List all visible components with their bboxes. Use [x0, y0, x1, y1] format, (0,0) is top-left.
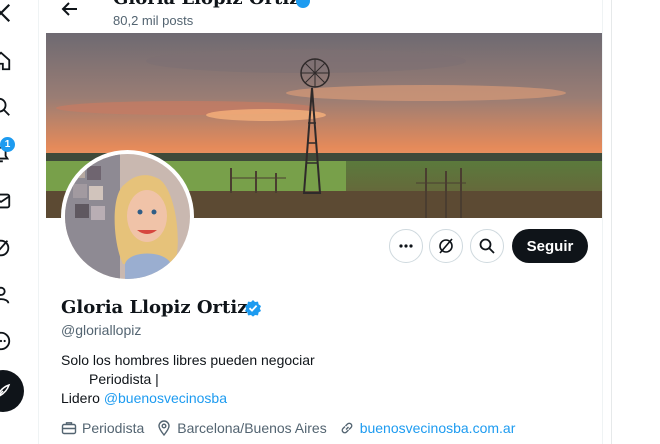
bio-text: Lidero — [61, 390, 104, 406]
post-icon — [0, 383, 11, 397]
header-posts-count: 80,2 mil posts — [113, 13, 194, 28]
explore-icon[interactable] — [0, 96, 12, 118]
bio-line: Periodista | — [89, 371, 159, 387]
meta-location: Barcelona/Buenos Aires — [156, 420, 327, 436]
link-icon — [341, 422, 353, 434]
meta-website[interactable]: buenosvecinosba.com.ar — [339, 420, 516, 436]
mention-link[interactable]: @buenosvecinosba — [104, 390, 227, 406]
bio-line: Lidero @buenosvecinosba — [61, 389, 315, 408]
column-border-right — [602, 0, 603, 444]
search-icon — [479, 238, 495, 254]
meta-profession: Periodista — [61, 420, 144, 436]
grok-icon — [439, 238, 453, 254]
search-profile-button[interactable] — [470, 229, 504, 263]
right-divider — [611, 0, 612, 444]
profile-avatar[interactable] — [61, 150, 194, 283]
website-link[interactable]: buenosvecinosba.com.ar — [360, 420, 516, 436]
post-button[interactable] — [0, 370, 24, 412]
back-arrow-icon[interactable] — [60, 0, 80, 18]
more-icon[interactable] — [0, 330, 12, 352]
verified-badge-icon[interactable] — [244, 299, 262, 317]
bio-line: Solo los hombres libres pueden negociar — [61, 352, 315, 368]
header-title: Gloria Llopiz Ortiz — [113, 0, 299, 9]
location-pin-icon — [158, 420, 170, 436]
profile-display-name: Gloria Llopiz Ortiz — [61, 297, 248, 318]
meta-location-text: Barcelona/Buenos Aires — [177, 420, 327, 436]
grok-icon[interactable] — [0, 237, 12, 259]
more-options-button[interactable] — [389, 229, 423, 263]
home-icon[interactable] — [0, 50, 12, 72]
more-dots-icon — [399, 244, 413, 248]
verified-badge-icon — [296, 0, 310, 8]
left-nav: 1 — [0, 0, 24, 444]
profile-meta-row: Periodista Barcelona/Buenos Aires buenos… — [61, 420, 527, 436]
profile-handle: @gloriallopiz — [61, 322, 142, 338]
profile-icon[interactable] — [0, 284, 12, 306]
meta-profession-text: Periodista — [82, 420, 145, 436]
x-logo-icon[interactable] — [0, 2, 12, 24]
messages-icon[interactable] — [0, 190, 12, 212]
profile-bio: Solo los hombres libres pueden negociar … — [61, 351, 315, 408]
notifications-badge: 1 — [0, 137, 15, 152]
grok-button[interactable] — [429, 229, 463, 263]
briefcase-icon — [61, 422, 77, 435]
follow-button[interactable]: Seguir — [512, 229, 588, 263]
column-border-left — [38, 0, 39, 444]
